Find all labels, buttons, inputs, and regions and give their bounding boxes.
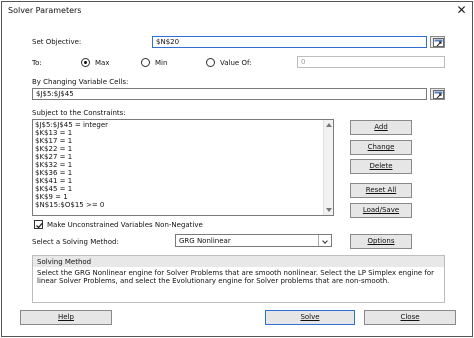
range-select-icon bbox=[433, 90, 444, 99]
radio-value-of[interactable] bbox=[206, 58, 215, 67]
change-button-label: Change bbox=[367, 143, 395, 151]
list-item[interactable]: $K$9 = 1 bbox=[35, 193, 68, 201]
changing-cells-input[interactable]: $J$5:$J$45 bbox=[32, 88, 427, 100]
radio-min[interactable] bbox=[141, 58, 150, 67]
list-item[interactable]: $K$27 = 1 bbox=[35, 153, 72, 161]
list-item[interactable]: $N$15:$O$15 >= 0 bbox=[35, 201, 104, 209]
dialog-title: Solver Parameters bbox=[8, 6, 82, 15]
list-item[interactable]: $K$36 = 1 bbox=[35, 169, 72, 177]
list-item[interactable]: $J$5:$J$45 = integer bbox=[35, 121, 108, 129]
delete-button-label: Delete bbox=[369, 162, 393, 170]
objective-input[interactable]: $N$20 bbox=[152, 36, 427, 48]
load-save-button[interactable]: Load/Save bbox=[350, 203, 412, 218]
close-button-label: Close bbox=[400, 313, 420, 321]
changing-cells-range-button[interactable] bbox=[430, 88, 445, 100]
add-button-label: Add bbox=[374, 123, 388, 131]
constraints-list[interactable]: $J$5:$J$45 = integer $K$13 = 1 $K$17 = 1… bbox=[32, 119, 334, 216]
reset-all-button[interactable]: Reset All bbox=[350, 183, 412, 198]
solve-button-label: Solve bbox=[300, 313, 320, 321]
close-icon[interactable]: ✕ bbox=[453, 3, 470, 18]
nonneg-checkbox[interactable] bbox=[34, 220, 43, 229]
objective-label: Set Objective: bbox=[32, 38, 82, 46]
list-item[interactable]: $K$22 = 1 bbox=[35, 145, 72, 153]
list-item[interactable]: $K$32 = 1 bbox=[35, 161, 72, 169]
title-bar: Solver Parameters ✕ bbox=[2, 2, 472, 21]
list-item[interactable]: $K$41 = 1 bbox=[35, 177, 72, 185]
add-button[interactable]: Add bbox=[350, 120, 412, 135]
solving-method-title: Solving Method bbox=[37, 258, 92, 266]
options-button[interactable]: Options bbox=[350, 234, 412, 249]
load-save-button-label: Load/Save bbox=[362, 206, 400, 214]
scroll-up-icon[interactable] bbox=[326, 123, 332, 127]
radio-value-of-label[interactable]: Value Of: bbox=[220, 59, 252, 67]
nonneg-label[interactable]: Make Unconstrained Variables Non-Negativ… bbox=[47, 221, 203, 229]
list-item[interactable]: $K$17 = 1 bbox=[35, 137, 72, 145]
solving-method-label: Select a Solving Method: bbox=[32, 238, 119, 246]
help-button-label: Help bbox=[58, 313, 74, 321]
list-item[interactable]: $K$13 = 1 bbox=[35, 129, 72, 137]
reset-all-button-label: Reset All bbox=[365, 186, 397, 194]
solving-method-select[interactable]: GRG Nonlinear bbox=[175, 234, 332, 247]
radio-max-label[interactable]: Max bbox=[95, 59, 109, 67]
delete-button[interactable]: Delete bbox=[350, 159, 412, 174]
radio-max[interactable] bbox=[81, 58, 90, 67]
objective-range-button[interactable] bbox=[430, 36, 445, 48]
constraints-label: Subject to the Constraints: bbox=[32, 109, 126, 117]
checkmark-icon bbox=[36, 222, 43, 229]
solving-method-description: Select the GRG Nonlinear engine for Solv… bbox=[37, 269, 435, 285]
options-button-label: Options bbox=[367, 237, 395, 245]
solving-method-group: Solving Method Select the GRG Nonlinear … bbox=[32, 255, 445, 303]
solver-parameters-dialog: Solver Parameters ✕ Set Objective: $N$20… bbox=[1, 1, 473, 337]
chevron-down-icon[interactable] bbox=[318, 235, 331, 246]
solving-method-value: GRG Nonlinear bbox=[179, 237, 231, 245]
help-button[interactable]: Help bbox=[20, 310, 112, 325]
changing-cells-label: By Changing Variable Cells: bbox=[32, 78, 129, 86]
close-button[interactable]: Close bbox=[364, 310, 456, 325]
list-item[interactable]: $K$45 = 1 bbox=[35, 185, 72, 193]
to-label: To: bbox=[32, 59, 42, 67]
radio-min-label[interactable]: Min bbox=[155, 59, 167, 67]
scroll-down-icon[interactable] bbox=[326, 208, 332, 212]
range-select-icon bbox=[433, 38, 444, 47]
solve-button[interactable]: Solve bbox=[265, 310, 355, 325]
constraints-scrollbar[interactable] bbox=[323, 120, 333, 215]
solving-method-header: Solving Method bbox=[33, 256, 444, 267]
value-of-input[interactable]: 0 bbox=[297, 56, 445, 68]
change-button[interactable]: Change bbox=[350, 140, 412, 155]
